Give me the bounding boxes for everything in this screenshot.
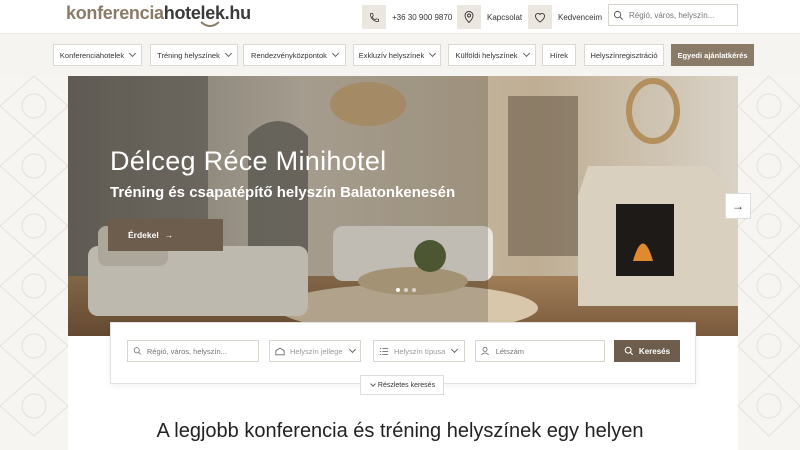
header-search[interactable] <box>608 4 738 26</box>
chevron-down-icon <box>331 49 339 58</box>
nav-label: Konferenciahotelek <box>59 50 125 60</box>
list-icon <box>379 347 389 355</box>
nav-item-rendezvenykozpontok[interactable]: Rendezvényközpontok <box>243 44 346 66</box>
favorites-label: Kedvenceim <box>558 12 603 22</box>
logo[interactable]: konferenciahotelek.hu <box>66 3 251 31</box>
logo-smile-icon <box>200 21 220 27</box>
chevron-down-icon <box>429 49 437 58</box>
nav-item-exkluziv[interactable]: Exkluzív helyszínek <box>353 44 441 66</box>
venue-type-label: Helyszín típusa <box>394 346 446 356</box>
top-bar: konferenciahotelek.hu +36 30 900 9870 Ka… <box>0 0 800 34</box>
custom-offer-button[interactable]: Egyedi ajánlatkérés <box>671 44 754 66</box>
hero-title: Délceg Réce Minihotel <box>110 146 387 176</box>
chevron-down-icon <box>370 381 376 387</box>
advanced-search-toggle[interactable]: Részletes keresés <box>360 375 444 395</box>
nav-label: Hírek <box>550 50 568 60</box>
nav-label: Exkluzív helyszínek <box>358 50 425 60</box>
venue-character-label: Helyszín jellege <box>290 346 343 356</box>
favorites-link[interactable]: Kedvenceim <box>528 5 602 29</box>
contact-link[interactable]: Kapcsolat <box>457 5 522 29</box>
nav-item-kulfoldi[interactable]: Külföldi helyszínek <box>448 44 536 66</box>
chevron-down-icon <box>348 345 356 354</box>
header-search-input[interactable] <box>629 10 733 20</box>
advanced-search-label: Részletes keresés <box>377 381 436 389</box>
headcount-input[interactable] <box>495 346 604 356</box>
person-icon <box>481 346 489 356</box>
phone-number: +36 30 900 9870 <box>392 12 453 22</box>
hero-subtitle: Tréning és csapatépítő helyszín Balatonk… <box>110 184 456 201</box>
nav-item-trening[interactable]: Tréning helyszínek <box>150 44 238 66</box>
headcount-field[interactable] <box>475 340 605 362</box>
decorative-pattern-right <box>738 76 800 450</box>
nav-label: Helyszínregisztráció <box>590 50 658 60</box>
logo-text-domain: hotelek.hu <box>163 3 251 23</box>
heart-icon <box>528 5 552 29</box>
phone-icon <box>362 5 386 29</box>
nav-item-konferenciahotelek[interactable]: Konferenciahotelek <box>53 44 142 66</box>
carousel-dots <box>396 288 416 292</box>
search-submit-label: Keresés <box>638 346 671 356</box>
main-nav: Konferenciahotelek Tréning helyszínek Re… <box>0 34 800 76</box>
nav-item-hirek[interactable]: Hírek <box>542 44 576 66</box>
logo-text-brand: konferencia <box>66 3 164 23</box>
contact-label: Kapcsolat <box>487 12 523 22</box>
carousel-dot[interactable] <box>404 288 408 292</box>
nav-label: Egyedi ajánlatkérés <box>677 50 748 60</box>
carousel-dot[interactable] <box>396 288 400 292</box>
chevron-down-icon <box>224 49 232 58</box>
hero-room-image <box>68 76 738 336</box>
carousel-next-button[interactable]: → <box>725 193 751 219</box>
chevron-down-icon <box>522 49 530 58</box>
search-submit-button[interactable]: Keresés <box>614 340 680 362</box>
chevron-down-icon <box>451 345 459 354</box>
search-icon <box>133 347 142 355</box>
nav-label: Külföldi helyszínek <box>455 50 518 60</box>
location-input[interactable] <box>146 346 258 356</box>
search-icon <box>613 10 623 20</box>
section-headline: A legjobb konferencia és tréning helyszí… <box>156 420 644 442</box>
search-icon <box>624 346 634 356</box>
location-field[interactable] <box>127 340 259 362</box>
arrow-right-icon: → <box>164 230 174 240</box>
hero-banner: Délceg Réce Minihotel Tréning és csapaté… <box>68 76 738 336</box>
chevron-down-icon <box>129 49 137 58</box>
nav-label: Rendezvényközpontok <box>251 50 327 60</box>
venue-character-select[interactable]: Helyszín jellege <box>269 340 361 362</box>
arrow-right-icon: → <box>732 199 744 213</box>
decorative-pattern-left <box>0 76 68 450</box>
phone-link[interactable]: +36 30 900 9870 <box>362 5 452 29</box>
building-icon <box>275 347 285 355</box>
nav-label: Tréning helyszínek <box>157 50 220 60</box>
interested-button[interactable]: Érdekel → <box>108 219 223 251</box>
venue-type-select[interactable]: Helyszín típusa <box>373 340 465 362</box>
nav-item-helyszinregisztracio[interactable]: Helyszínregisztráció <box>584 44 664 66</box>
location-pin-icon <box>457 5 481 29</box>
carousel-dot[interactable] <box>412 288 416 292</box>
interested-button-label: Érdekel <box>128 230 159 240</box>
